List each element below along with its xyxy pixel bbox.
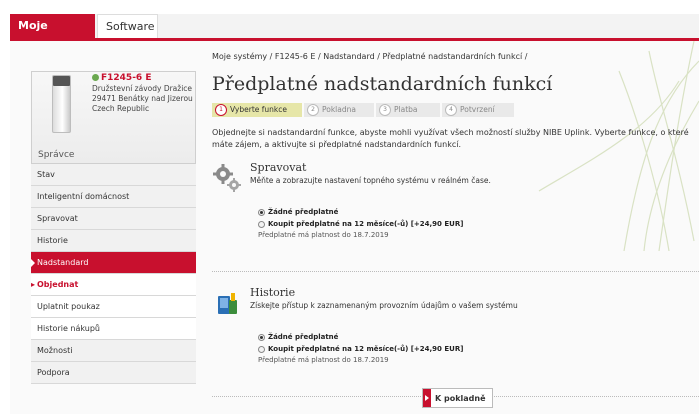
step-checkout: 2 Pokladna <box>304 103 374 117</box>
device-card[interactable]: F1245-6 E Družstevní závody Dražice 2947… <box>31 71 196 164</box>
check-icon <box>92 74 99 81</box>
step-confirmation: 4 Potvrzení <box>442 103 514 117</box>
device-name: F1245-6 E <box>101 73 152 83</box>
feature-manage: Spravovat Měňte a zobrazujte nastavení t… <box>212 161 699 272</box>
step-label: Pokladna <box>322 105 356 114</box>
sidebar-nav: Stav Inteligentní domácnost Spravovat Hi… <box>31 164 196 384</box>
option-no-subscription[interactable]: Žádné předplatné <box>258 208 338 216</box>
page-title: Předplatné nadstandardních funkcí <box>212 73 553 95</box>
breadcrumb[interactable]: Moje systémy / F1245-6 E / Nadstandard /… <box>212 52 699 64</box>
checkout-steps: 1 Vyberte funkce 2 Pokladna 3 Platba 4 Potvr… <box>212 103 699 117</box>
option-label: Koupit předplatné na 12 měsíce(-ů) [+24,… <box>268 220 464 228</box>
heat-pump-image <box>52 75 71 133</box>
sidebar-item-order[interactable]: Objednat <box>31 274 196 296</box>
step-number: 4 <box>445 104 457 116</box>
radio-button[interactable] <box>258 345 265 353</box>
step-label: Vyberte funkce <box>230 105 287 114</box>
radio-button[interactable] <box>258 208 265 216</box>
sidebar-item-redeem-voucher[interactable]: Uplatnit poukaz <box>31 296 196 318</box>
option-label: Koupit předplatné na 12 měsíce(-ů) [+24,… <box>268 345 464 353</box>
device-address-line: Družstevní závody Dražice <box>92 84 193 93</box>
sidebar-item-manage[interactable]: Spravovat <box>31 208 196 230</box>
tab-my-systems[interactable]: Moje systémy <box>10 14 95 56</box>
feature-description: Získejte přístup k zaznamenaným provozní… <box>250 301 518 310</box>
step-label: Potvrzení <box>460 105 495 114</box>
device-address: Družstevní závody Dražice 29471 Benátky … <box>92 84 193 114</box>
sidebar-item-stav[interactable]: Stav <box>31 164 196 186</box>
device-address-line: 29471 Benátky nad Jizerou <box>92 94 193 103</box>
tab-software[interactable]: Software <box>97 14 158 38</box>
intro-text: Objednejte si nadstandardní funkce, abys… <box>212 128 689 149</box>
device-status: F1245-6 E <box>92 73 151 83</box>
step-payment: 3 Platba <box>376 103 440 117</box>
main-content: Moje systémy / F1245-6 E / Nadstandard /… <box>212 52 699 397</box>
option-no-subscription[interactable]: Žádné předplatné <box>258 333 338 341</box>
subscription-validity: Předplatné má platnost do 18.7.2019 <box>258 231 389 239</box>
gears-icon <box>213 164 241 192</box>
subscription-validity: Předplatné má platnost do 18.7.2019 <box>258 356 389 364</box>
feature-description: Měňte a zobrazujte nastavení topného sys… <box>250 176 491 185</box>
device-address-line: Czech Republic <box>92 104 150 113</box>
sidebar-item-smart-home[interactable]: Inteligentní domácnost <box>31 186 196 208</box>
sidebar: F1245-6 E Družstevní závody Dražice 2947… <box>31 71 196 384</box>
arrow-right-icon <box>423 389 431 407</box>
option-buy-subscription[interactable]: Koupit předplatné na 12 měsíce(-ů) [+24,… <box>258 220 463 228</box>
sidebar-item-options[interactable]: Možnosti <box>31 340 196 362</box>
sidebar-item-support[interactable]: Podpora <box>31 362 196 384</box>
feature-title: Spravovat <box>250 161 307 174</box>
radio-button[interactable] <box>258 333 265 341</box>
history-chart-icon <box>218 293 237 314</box>
device-role: Správce <box>38 150 75 160</box>
radio-button[interactable] <box>258 220 265 228</box>
step-number: 2 <box>307 104 319 116</box>
step-label: Platba <box>394 105 418 114</box>
sidebar-item-premium[interactable]: Nadstandard <box>31 252 196 274</box>
step-select-features: 1 Vyberte funkce <box>212 103 302 117</box>
sidebar-item-purchase-history[interactable]: Historie nákupů <box>31 318 196 340</box>
top-strip <box>0 0 699 10</box>
feature-title: Historie <box>250 286 296 299</box>
option-label: Žádné předplatné <box>268 333 339 341</box>
sidebar-item-history[interactable]: Historie <box>31 230 196 252</box>
step-number: 3 <box>379 104 391 116</box>
main-tabbar: Moje systémy Software <box>10 14 699 56</box>
feature-history: Historie Získejte přístup k zaznamenaným… <box>212 286 699 397</box>
step-number: 1 <box>215 104 227 116</box>
checkout-button-label: K pokladně <box>435 394 486 403</box>
checkout-button[interactable]: K pokladně <box>422 388 493 408</box>
option-label: Žádné předplatné <box>268 208 339 216</box>
option-buy-subscription[interactable]: Koupit předplatné na 12 měsíce(-ů) [+24,… <box>258 345 463 353</box>
